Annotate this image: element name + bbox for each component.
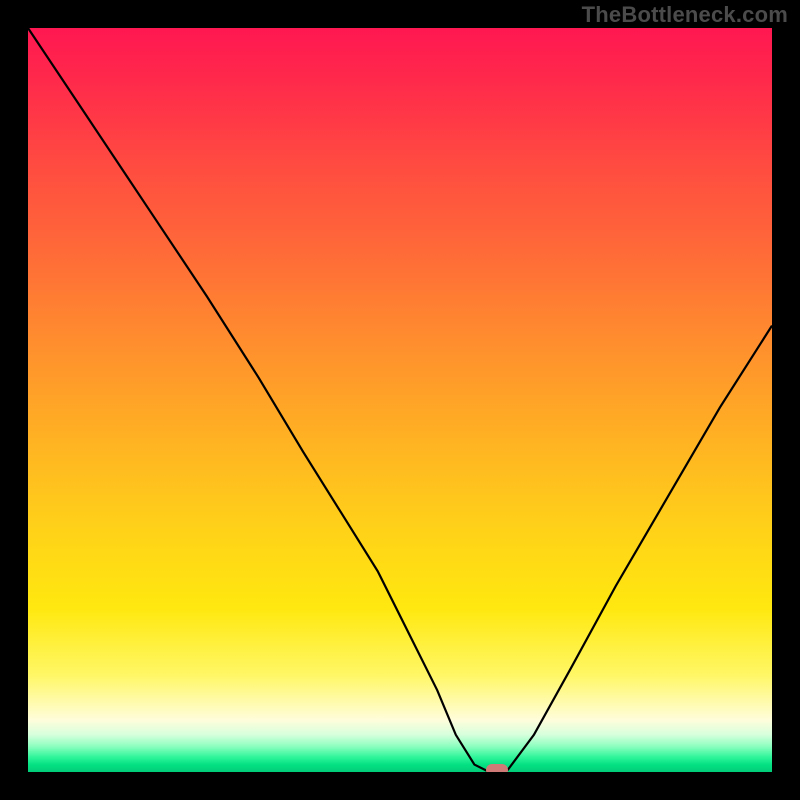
chart-frame: TheBottleneck.com bbox=[0, 0, 800, 800]
watermark-label: TheBottleneck.com bbox=[582, 2, 788, 28]
bottleneck-curve-path bbox=[28, 28, 772, 772]
plot-area bbox=[28, 28, 772, 772]
bottleneck-curve bbox=[28, 28, 772, 772]
optimal-point-marker bbox=[486, 764, 508, 772]
